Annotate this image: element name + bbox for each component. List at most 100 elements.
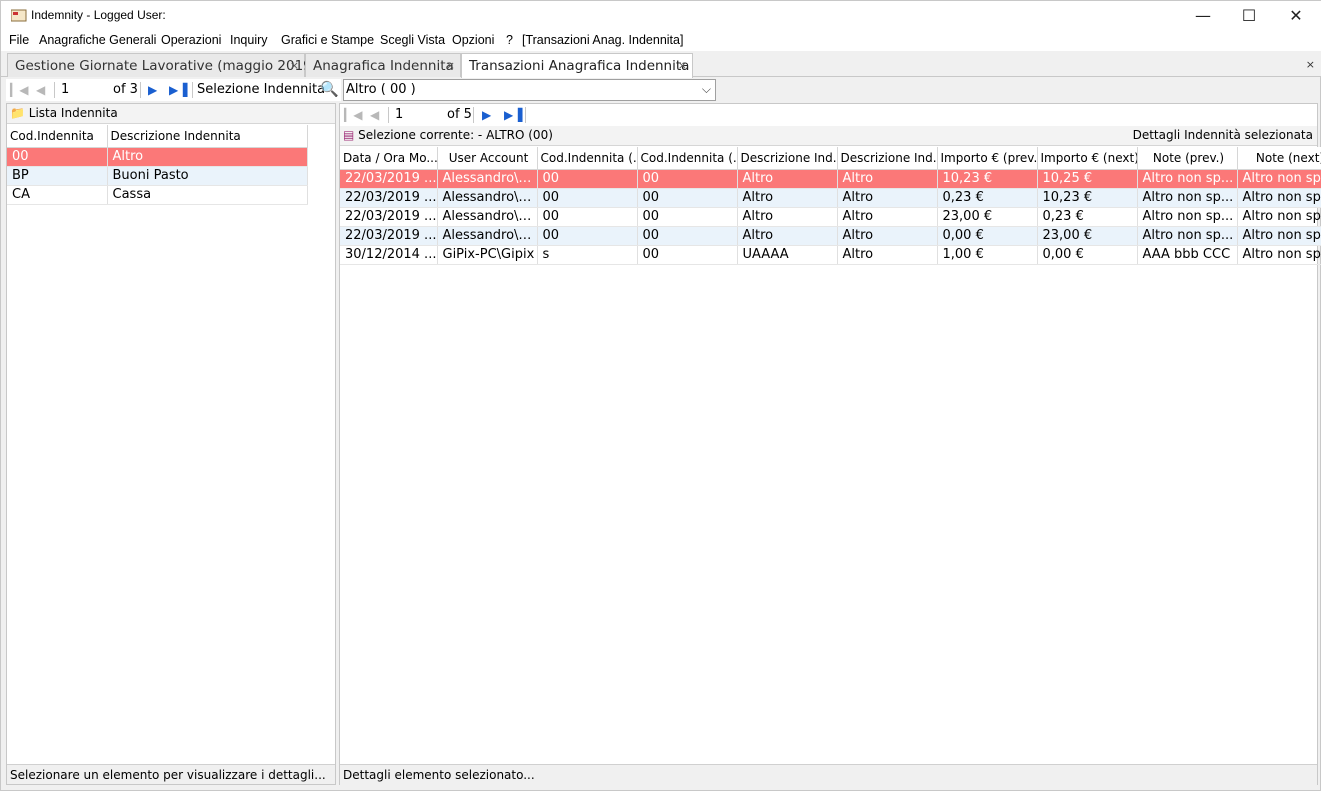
title-bar[interactable]: Indemnity - Logged User: — ☐ ✕ bbox=[1, 1, 1321, 31]
table-cell: 00 bbox=[637, 207, 738, 227]
table-cell: Altro non sp bbox=[1237, 169, 1321, 189]
panel-header: 📁 Lista Indennita bbox=[7, 104, 335, 124]
page-input[interactable]: 1 bbox=[58, 81, 110, 99]
first-page-icon[interactable]: ▎◀ bbox=[344, 108, 362, 122]
table-cell: 00 bbox=[637, 245, 738, 265]
last-page-icon[interactable]: ▶▐ bbox=[504, 108, 522, 122]
header-row: Data / Ora Mo... User Account Cod.Indennit… bbox=[340, 147, 1321, 170]
column-header[interactable]: Descrizione Indennita bbox=[107, 125, 308, 148]
table-cell: 23,00 € bbox=[1037, 226, 1138, 246]
menu-file[interactable]: File bbox=[9, 33, 29, 47]
table-cell: Alessandro\S... bbox=[437, 188, 538, 208]
tab-close-icon[interactable]: × bbox=[678, 59, 687, 72]
table-cell: 22/03/2019 ... bbox=[340, 207, 438, 227]
transazioni-table: Data / Ora Mo... User Account Cod.Indennit… bbox=[340, 147, 1321, 265]
column-header[interactable]: Cod.Indennita (... bbox=[637, 147, 738, 170]
tab-transazioni-anagrafica[interactable]: Transazioni Anagrafica Indennita × bbox=[461, 53, 693, 78]
table-cell: 00 bbox=[537, 226, 638, 246]
prev-page-icon[interactable]: ◀ bbox=[370, 108, 379, 122]
tab-close-icon[interactable]: × bbox=[290, 59, 299, 72]
column-header[interactable]: Cod.Indennita (... bbox=[537, 147, 638, 170]
table-cell: Altro non sp bbox=[1237, 188, 1321, 208]
close-all-tabs-icon[interactable]: × bbox=[1306, 58, 1315, 71]
table-cell: 1,00 € bbox=[937, 245, 1038, 265]
tab-anagrafica-indennita[interactable]: Anagrafica Indennita × bbox=[305, 53, 461, 77]
table-cell: Altro non sp bbox=[1237, 226, 1321, 246]
table-cell: Altro bbox=[737, 226, 838, 246]
lista-indennita-table: Cod.Indennita Descrizione Indennita 00 A… bbox=[7, 125, 308, 205]
table-row[interactable]: 00 Altro bbox=[7, 147, 308, 167]
table-cell: 0,00 € bbox=[937, 226, 1038, 246]
table-cell: 0,23 € bbox=[937, 188, 1038, 208]
next-page-icon[interactable]: ▶ bbox=[148, 83, 157, 97]
table-cell: 22/03/2019 ... bbox=[340, 169, 438, 189]
tab-close-icon[interactable]: × bbox=[446, 59, 455, 72]
menu-opzioni[interactable]: Opzioni bbox=[452, 33, 494, 47]
menu-transazioni[interactable]: [Transazioni Anag. Indennita] bbox=[522, 33, 683, 47]
menu-grafici-e-stampe[interactable]: Grafici e Stampe bbox=[281, 33, 374, 47]
column-header[interactable]: Importo € (prev.) bbox=[937, 147, 1038, 170]
table-row[interactable]: 30/12/2014 ... GiPix-PC\Gipix s 00 UAAAA Altr… bbox=[340, 245, 1321, 265]
lista-indennita-panel: 📁 Lista Indennita Cod.Indennita Descrizi… bbox=[6, 103, 336, 785]
column-header[interactable]: Cod.Indennita bbox=[7, 125, 108, 148]
menu-anagrafiche-generali[interactable]: Anagrafiche Generali bbox=[39, 33, 156, 47]
column-header[interactable]: Importo € (next) bbox=[1037, 147, 1138, 170]
table-cell: 00 bbox=[537, 188, 638, 208]
table-cell: Altro bbox=[737, 169, 838, 189]
table-row[interactable]: 22/03/2019 ... Alessandro\S... 00 00 Altro Al… bbox=[340, 226, 1321, 246]
tab-gestione-giornate[interactable]: Gestione Giornate Lavorative (maggio 201… bbox=[7, 53, 317, 77]
table-cell: Buoni Pasto bbox=[107, 166, 308, 186]
table-cell: Alessandro\S... bbox=[437, 169, 538, 189]
chevron-down-icon[interactable]: ⌵ bbox=[702, 82, 711, 97]
panel-title: Lista Indennita bbox=[28, 106, 118, 120]
table-row[interactable]: CA Cassa bbox=[7, 185, 308, 205]
first-page-icon[interactable]: ▎◀ bbox=[10, 83, 28, 97]
table-row[interactable]: 22/03/2019 ... Alessandro\S... 00 00 Altro Al… bbox=[340, 169, 1321, 189]
table-cell: GiPix-PC\Gipix bbox=[437, 245, 538, 265]
last-page-icon[interactable]: ▶▐ bbox=[169, 83, 187, 97]
left-status-bar: Selezionare un elemento per visualizzare… bbox=[7, 764, 335, 784]
table-cell: 0,00 € bbox=[1037, 245, 1138, 265]
menu-operazioni[interactable]: Operazioni bbox=[161, 33, 221, 47]
table-cell: Altro non sp bbox=[1237, 207, 1321, 227]
menu-bar: File Anagrafiche Generali Operazioni Inq… bbox=[1, 31, 1321, 51]
table-cell: Altro bbox=[837, 169, 938, 189]
column-header[interactable]: User Account bbox=[437, 147, 538, 170]
prev-page-icon[interactable]: ◀ bbox=[36, 83, 45, 97]
table-row[interactable]: 22/03/2019 ... Alessandro\S... 00 00 Altro Al… bbox=[340, 188, 1321, 208]
column-header[interactable]: Descrizione Ind... bbox=[837, 147, 938, 170]
table-cell: 00 bbox=[637, 226, 738, 246]
table-cell: 10,25 € bbox=[1037, 169, 1138, 189]
column-header[interactable]: Note (next) bbox=[1237, 147, 1321, 170]
minimize-button[interactable]: — bbox=[1180, 1, 1226, 31]
menu-scegli-vista[interactable]: Scegli Vista bbox=[380, 33, 445, 47]
indennita-combo[interactable]: Altro ( 00 ) ⌵ bbox=[343, 79, 716, 101]
separator bbox=[54, 82, 55, 98]
column-header[interactable]: Note (prev.) bbox=[1137, 147, 1238, 170]
table-row[interactable]: 22/03/2019 ... Alessandro\S... 00 00 Altro Al… bbox=[340, 207, 1321, 227]
table-cell: Cassa bbox=[107, 185, 308, 205]
close-window-button[interactable]: ✕ bbox=[1273, 1, 1319, 31]
separator bbox=[192, 82, 193, 98]
separator bbox=[388, 107, 389, 123]
transazioni-panel: ▎◀ ◀ 1 of 5 ▶ ▶▐ ▤ Selezione corrente: -… bbox=[339, 103, 1321, 786]
page-input[interactable]: 1 bbox=[392, 106, 444, 124]
table-cell: 00 bbox=[537, 169, 638, 189]
table-cell: 22/03/2019 ... bbox=[340, 188, 438, 208]
maximize-button[interactable]: ☐ bbox=[1226, 1, 1272, 31]
table-cell: 23,00 € bbox=[937, 207, 1038, 227]
table-cell: 00 bbox=[537, 207, 638, 227]
table-cell: 0,23 € bbox=[1037, 207, 1138, 227]
search-icon[interactable]: 🔍 bbox=[320, 80, 339, 98]
menu-inquiry[interactable]: Inquiry bbox=[230, 33, 268, 47]
column-header[interactable]: Data / Ora Mo... bbox=[340, 147, 438, 170]
next-page-icon[interactable]: ▶ bbox=[482, 108, 491, 122]
details-label: Dettagli Indennità selezionata bbox=[1132, 128, 1313, 142]
menu-help[interactable]: ? bbox=[506, 33, 513, 47]
selection-icon: ▤ bbox=[343, 128, 355, 142]
table-row[interactable]: BP Buoni Pasto bbox=[7, 166, 308, 186]
table-cell: Altro bbox=[837, 245, 938, 265]
table-cell: Altro non sp bbox=[1237, 245, 1321, 265]
column-header[interactable]: Descrizione Ind... bbox=[737, 147, 838, 170]
separator bbox=[140, 82, 141, 98]
